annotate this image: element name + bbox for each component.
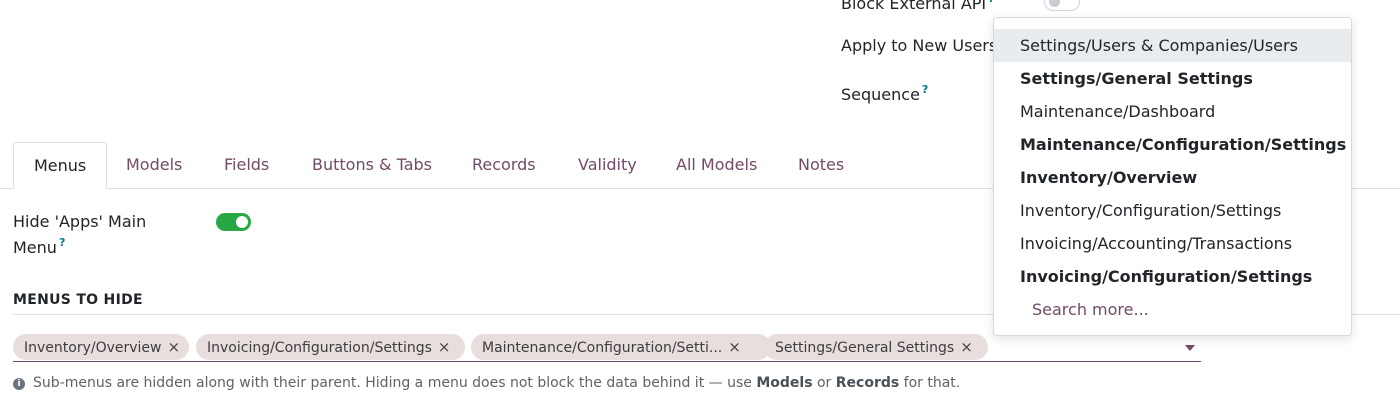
menus-many2many-field[interactable]: Inventory/Overview × Invoicing/Configurat… [13,334,1201,362]
tab-menus[interactable]: Menus [13,142,108,189]
tag-invoicing-settings: Invoicing/Configuration/Settings × [196,334,465,360]
dropdown-option[interactable]: Maintenance/Dashboard [994,95,1351,128]
hide-apps-label: Hide 'Apps' Main [13,212,147,231]
menu-autocomplete-dropdown: Settings/Users & Companies/Users Setting… [993,17,1352,336]
dropdown-option[interactable]: Inventory/Configuration/Settings [994,194,1351,227]
help-hint: i Sub-menus are hidden along with their p… [13,375,960,391]
dropdown-option[interactable]: Invoicing/Configuration/Settings [994,260,1351,293]
dropdown-option[interactable]: Maintenance/Configuration/Settings [994,128,1351,161]
tab-buttons-tabs[interactable]: Buttons & Tabs [312,142,432,189]
toggle-knob [236,216,248,228]
toggle-knob [1049,0,1060,7]
block-external-api-label: Block External API? [841,0,995,13]
remove-tag-icon[interactable]: × [960,338,973,356]
dropdown-option[interactable]: Invoicing/Accounting/Transactions [994,227,1351,260]
chevron-down-icon[interactable] [1185,345,1195,351]
tab-validity[interactable]: Validity [578,142,637,189]
sequence-label: Sequence? [841,83,929,104]
dropdown-option[interactable]: Inventory/Overview [994,161,1351,194]
block-external-api-toggle[interactable] [1044,0,1080,11]
dropdown-option[interactable]: Settings/General Settings [994,62,1351,95]
tab-fields[interactable]: Fields [224,142,269,189]
tab-models[interactable]: Models [126,142,182,189]
apply-new-users-label: Apply to New Users [841,36,998,55]
remove-tag-icon[interactable]: × [438,338,451,356]
tag-general-settings: Settings/General Settings × [764,334,988,360]
info-icon: i [13,378,25,390]
remove-tag-icon[interactable]: × [168,338,181,356]
tab-notes[interactable]: Notes [798,142,844,189]
help-icon[interactable]: ? [59,236,65,249]
tab-records[interactable]: Records [472,142,536,189]
tag-maintenance-settings: Maintenance/Configuration/Setti... × [471,334,771,360]
hide-apps-toggle[interactable] [216,213,251,231]
search-more-link[interactable]: Search more... [994,293,1351,326]
help-icon[interactable]: ? [988,0,994,5]
tab-all-models[interactable]: All Models [676,142,757,189]
section-title: MENUS TO HIDE [13,292,143,308]
remove-tag-icon[interactable]: × [728,338,741,356]
tag-inventory-overview: Inventory/Overview × [13,334,189,360]
hide-apps-label-line2: Menu? [13,236,66,257]
help-icon[interactable]: ? [922,83,928,96]
dropdown-option[interactable]: Settings/Users & Companies/Users [994,29,1351,62]
